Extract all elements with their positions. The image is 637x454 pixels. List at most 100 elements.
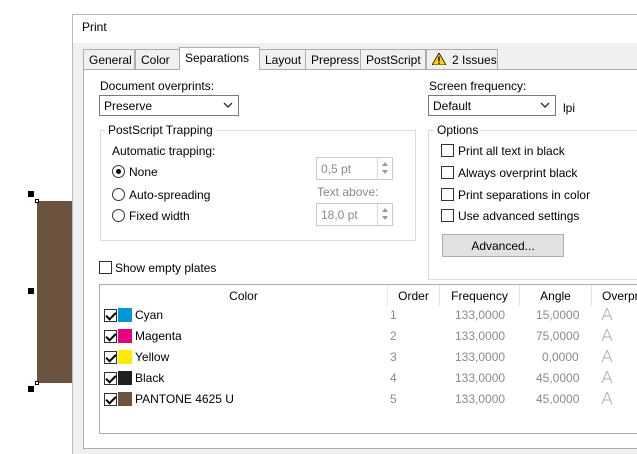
overprint-icon[interactable] — [601, 391, 613, 405]
node-handle-top[interactable] — [35, 199, 39, 203]
row-checkbox[interactable] — [104, 351, 117, 364]
overprint-icon[interactable] — [601, 349, 613, 363]
trap-width-value: 0,5 pt — [321, 162, 352, 176]
color-name: Cyan — [135, 308, 164, 322]
separations-table: Color Order Frequency Angle Overpri Cyan… — [99, 284, 637, 434]
column-header-overprint[interactable]: Overpri — [592, 285, 637, 306]
selection-handle-middle-left[interactable] — [28, 288, 34, 294]
table-row[interactable]: Cyan 1 133,0000 15,0000 — [100, 305, 637, 326]
spin-down-icon[interactable] — [382, 170, 388, 174]
row-checkbox[interactable] — [104, 372, 117, 385]
column-header-angle[interactable]: Angle — [520, 285, 592, 306]
option-label: Print separations in color — [458, 188, 591, 202]
tab-color[interactable]: Color — [135, 49, 180, 69]
tab-separations[interactable]: Separations — [179, 47, 260, 70]
text-above-label: Text above: — [317, 185, 379, 199]
screen-frequency-select[interactable]: Default — [428, 95, 556, 116]
selection-handle-top-left[interactable] — [28, 191, 34, 197]
node-handle-bottom[interactable] — [35, 381, 39, 385]
document-overprints-value: Preserve — [104, 99, 153, 113]
tab-general[interactable]: General — [83, 49, 135, 69]
dialog-title: Print — [82, 20, 107, 34]
option-label: Always overprint black — [458, 166, 578, 180]
spinner-buttons[interactable] — [377, 158, 392, 179]
checkbox[interactable] — [99, 261, 112, 274]
color-name: Yellow — [135, 350, 170, 364]
text-above-spinner[interactable]: 18,0 pt — [316, 203, 393, 226]
radio-fixed-width[interactable] — [112, 209, 125, 222]
automatic-trapping-label: Automatic trapping: — [112, 144, 216, 158]
row-checkbox[interactable] — [104, 330, 117, 343]
table-row[interactable]: Magenta 2 133,0000 75,0000 — [100, 326, 637, 347]
radio-fixed-width-label: Fixed width — [129, 209, 190, 223]
order-value: 3 — [390, 350, 397, 364]
checkbox[interactable] — [441, 209, 454, 222]
order-value: 1 — [390, 308, 397, 322]
color-swatch — [118, 371, 132, 385]
trapping-option-none[interactable]: None — [112, 164, 232, 180]
angle-value: 75,0000 — [536, 329, 580, 343]
table-row[interactable]: Yellow 3 133,0000 0,0000 — [100, 347, 637, 368]
column-header-color[interactable]: Color — [100, 285, 388, 306]
text-above-value: 18,0 pt — [321, 208, 358, 222]
color-swatch — [118, 392, 132, 406]
tab-layout[interactable]: Layout — [259, 49, 306, 69]
overprint-icon[interactable] — [601, 328, 613, 342]
options-title: Options — [434, 123, 482, 137]
warning-icon — [432, 53, 446, 65]
selection-handle-bottom-left[interactable] — [28, 386, 34, 392]
spin-up-icon[interactable] — [382, 208, 388, 212]
overprint-icon[interactable] — [601, 370, 613, 384]
chevron-down-icon — [223, 102, 233, 108]
frequency-value: 133,0000 — [455, 392, 506, 406]
angle-value: 45,0000 — [536, 392, 580, 406]
overprint-icon[interactable] — [601, 307, 613, 321]
table-row[interactable]: PANTONE 4625 U 5 133,0000 45,0000 — [100, 389, 637, 410]
checkbox[interactable] — [441, 188, 454, 201]
option-print-separations-color[interactable]: Print separations in color — [441, 187, 631, 203]
trapping-option-auto-spreading[interactable]: Auto-spreading — [112, 187, 232, 203]
spinner-buttons[interactable] — [377, 204, 392, 225]
row-checkbox[interactable] — [104, 393, 117, 406]
column-header-frequency[interactable]: Frequency — [440, 285, 520, 306]
color-swatch — [118, 308, 132, 322]
order-value: 5 — [390, 392, 397, 406]
column-header-order[interactable]: Order — [388, 285, 440, 306]
frequency-value: 133,0000 — [455, 350, 506, 364]
frequency-value: 133,0000 — [455, 371, 506, 385]
canvas-rectangle[interactable] — [37, 201, 73, 383]
trapping-option-fixed-width[interactable]: Fixed width — [112, 208, 232, 224]
show-empty-plates[interactable]: Show empty plates — [99, 260, 239, 276]
checkbox[interactable] — [441, 166, 454, 179]
option-always-overprint-black[interactable]: Always overprint black — [441, 165, 631, 181]
lpi-unit-label: lpi — [563, 101, 576, 115]
radio-auto-spreading[interactable] — [112, 188, 125, 201]
order-value: 4 — [390, 371, 397, 385]
angle-value: 15,0000 — [536, 308, 580, 322]
option-print-all-text-black[interactable]: Print all text in black — [441, 143, 631, 159]
chevron-down-icon — [540, 102, 550, 108]
frequency-value: 133,0000 — [455, 308, 506, 322]
trap-width-spinner[interactable]: 0,5 pt — [316, 157, 393, 180]
spin-down-icon[interactable] — [382, 216, 388, 220]
tab-prepress[interactable]: Prepress — [305, 49, 361, 69]
checkbox[interactable] — [441, 144, 454, 157]
color-swatch — [118, 350, 132, 364]
option-label: Print all text in black — [458, 144, 565, 158]
spin-up-icon[interactable] — [382, 162, 388, 166]
document-overprints-label: Document overprints: — [100, 79, 215, 93]
table-row[interactable]: Black 4 133,0000 45,0000 — [100, 368, 637, 389]
option-use-advanced-settings[interactable]: Use advanced settings — [441, 208, 631, 224]
advanced-button[interactable]: Advanced... — [442, 234, 564, 257]
radio-none[interactable] — [112, 165, 125, 178]
option-label: Use advanced settings — [458, 209, 580, 223]
dialog-titlebar: Print — [73, 15, 637, 43]
tab-issues[interactable]: 2 Issues — [426, 49, 498, 69]
screen-frequency-label: Screen frequency: — [429, 79, 527, 93]
show-empty-plates-label: Show empty plates — [115, 261, 217, 275]
tab-postscript[interactable]: PostScript — [360, 49, 426, 69]
frequency-value: 133,0000 — [455, 329, 506, 343]
row-checkbox[interactable] — [104, 309, 117, 322]
color-swatch — [118, 329, 132, 343]
document-overprints-select[interactable]: Preserve — [99, 95, 239, 116]
